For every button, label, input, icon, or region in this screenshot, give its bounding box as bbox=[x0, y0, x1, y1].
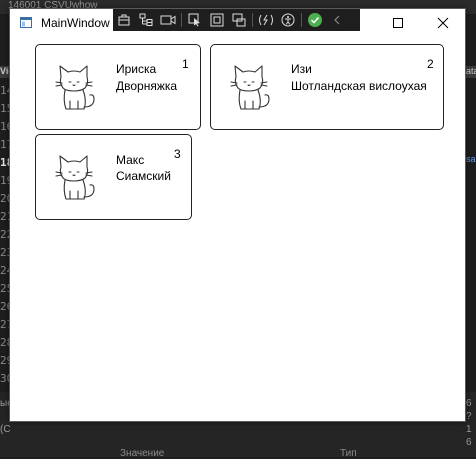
ide-bottom-right-text: 6 bbox=[466, 437, 472, 448]
cat-card[interactable]: Макс Сиамский 3 bbox=[35, 134, 192, 220]
cat-breed: Дворняжка bbox=[116, 79, 178, 93]
hot-reload-icon[interactable] bbox=[255, 9, 277, 31]
title-bar[interactable]: MainWindow bbox=[10, 9, 465, 37]
video-icon[interactable] bbox=[157, 9, 179, 31]
ide-bottom-right-text: 1 bbox=[466, 424, 472, 435]
cat-card[interactable]: Изи Шотландская вислоухая 2 bbox=[210, 44, 444, 130]
track-focus-icon[interactable] bbox=[228, 9, 250, 31]
maximize-icon bbox=[392, 18, 403, 28]
cat-icon bbox=[230, 65, 270, 110]
accessibility-icon[interactable] bbox=[277, 9, 299, 31]
close-button[interactable] bbox=[420, 9, 465, 37]
toolbar-separator bbox=[301, 13, 302, 27]
display-layout-adorners-icon[interactable] bbox=[206, 9, 228, 31]
toolbar-separator bbox=[252, 13, 253, 27]
cat-name: Макс bbox=[116, 153, 145, 167]
ide-right-tab[interactable]: ata bbox=[466, 66, 476, 78]
window-title: MainWindow bbox=[41, 16, 110, 30]
ide-bottom-right-text: ? bbox=[466, 411, 472, 422]
cat-name: Изи bbox=[291, 62, 312, 76]
locals-column-value: Значение bbox=[120, 448, 165, 459]
window-content: Ириска Дворняжка 1 Изи Шотландская висло… bbox=[10, 37, 465, 421]
cat-name: Ириска bbox=[116, 62, 157, 76]
app-icon bbox=[20, 17, 32, 28]
close-icon bbox=[437, 17, 448, 29]
live-visual-tree-icon[interactable] bbox=[135, 9, 157, 31]
cat-breed: Сиамский bbox=[116, 169, 171, 183]
check-icon[interactable] bbox=[304, 9, 326, 31]
select-element-icon[interactable] bbox=[184, 9, 206, 31]
toolbar-separator bbox=[181, 13, 182, 27]
cat-card[interactable]: Ириска Дворняжка 1 bbox=[35, 44, 201, 130]
ide-right-link[interactable]: sa bbox=[466, 154, 476, 166]
collapse-chevron-icon[interactable] bbox=[326, 9, 348, 31]
cat-number: 3 bbox=[174, 147, 181, 161]
cat-icon bbox=[55, 155, 95, 200]
cat-number: 2 bbox=[427, 57, 434, 71]
locals-column-type: Тип bbox=[340, 448, 357, 459]
xaml-debug-toolbar bbox=[113, 9, 360, 31]
toolbox-icon[interactable] bbox=[113, 9, 135, 31]
maximize-button[interactable] bbox=[375, 9, 420, 37]
ide-right-panel: ata sa bbox=[466, 60, 476, 200]
cat-number: 1 bbox=[182, 57, 189, 71]
ide-bottom-label: (C bbox=[0, 424, 11, 435]
main-window: MainWindow Ириска Дворняжка 1 Изи Шотлан… bbox=[9, 8, 466, 422]
cat-breed: Шотландская вислоухая bbox=[291, 79, 427, 93]
cat-icon bbox=[55, 65, 95, 110]
ide-bottom-right-text: 6 bbox=[466, 398, 472, 409]
